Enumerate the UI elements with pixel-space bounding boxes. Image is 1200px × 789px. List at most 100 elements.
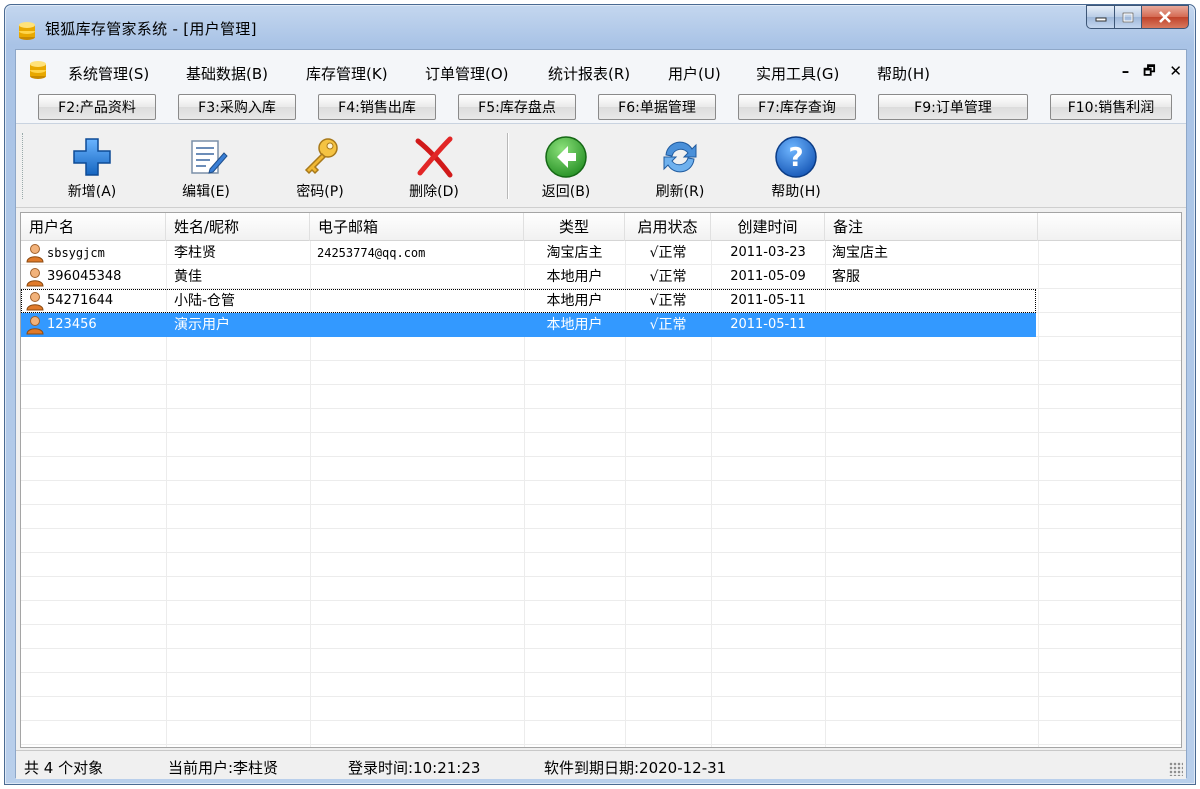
cell-name: 演示用户 xyxy=(174,317,230,333)
cell-remark: 淘宝店主 xyxy=(832,245,888,261)
back-label: 返回(B) xyxy=(541,184,591,200)
col-header-username[interactable]: 用户名 xyxy=(21,213,166,241)
menu-basic-data[interactable]: 基础数据(B) xyxy=(186,63,268,84)
coin-stack-icon xyxy=(30,61,46,79)
mdi-minimize-button[interactable]: – xyxy=(1122,62,1130,84)
cell-email xyxy=(317,289,522,313)
help-button[interactable]: ? 帮助(H) xyxy=(756,131,836,203)
fkey-orders-button[interactable]: F9:订单管理 xyxy=(878,94,1028,120)
status-current-user: 当前用户:李柱贤 xyxy=(168,759,279,777)
mdi-restore-button[interactable]: 🗗 xyxy=(1143,62,1155,84)
back-arrow-icon xyxy=(545,136,587,178)
col-header-type[interactable]: 类型 xyxy=(524,213,625,241)
edit-label: 编辑(E) xyxy=(182,184,230,200)
fkey-documents-button[interactable]: F6:单据管理 xyxy=(598,94,716,120)
col-header-email[interactable]: 电子邮箱 xyxy=(310,213,524,241)
cell-username: 54271644 xyxy=(47,293,114,308)
mdi-close-button[interactable]: ✕ xyxy=(1169,62,1182,84)
user-icon xyxy=(26,244,44,263)
minimize-icon xyxy=(1095,17,1106,22)
table-row[interactable]: 54271644 小陆-仓管 本地用户 √正常 2011-05-11 xyxy=(21,289,1036,313)
toolbar: 新增(A) 编辑(E) 密码(P) 删除(D) 返回(B) 刷新(R) ? 帮助… xyxy=(16,125,1186,208)
edit-button[interactable]: 编辑(E) xyxy=(166,131,246,203)
fkey-products-button[interactable]: F2:产品资料 xyxy=(38,94,156,120)
cell-remark xyxy=(832,289,1032,313)
user-icon xyxy=(26,292,44,311)
refresh-label: 刷新(R) xyxy=(655,184,705,200)
edit-document-icon xyxy=(191,140,228,174)
refresh-icon xyxy=(663,141,697,173)
cell-created: 2011-05-11 xyxy=(730,317,806,332)
cell-created: 2011-03-23 xyxy=(730,245,806,260)
table-row[interactable]: 396045348 黄佳 本地用户 √正常 2011-05-09 客服 xyxy=(21,265,1036,289)
cell-status: √正常 xyxy=(649,245,687,261)
cell-remark xyxy=(832,313,1032,337)
status-login-time: 登录时间:10:21:23 xyxy=(348,759,481,777)
menu-user[interactable]: 用户(U) xyxy=(668,63,721,84)
cell-email xyxy=(317,313,522,337)
col-header-status[interactable]: 启用状态 xyxy=(625,213,711,241)
coin-stack-icon xyxy=(19,22,35,40)
title-bar[interactable]: 银狐库存管家系统 - [用户管理] xyxy=(5,5,1195,49)
add-button[interactable]: 新增(A) xyxy=(52,131,132,203)
back-button[interactable]: 返回(B) xyxy=(526,131,606,203)
password-button[interactable]: 密码(P) xyxy=(280,131,360,203)
status-expiry-date: 软件到期日期:2020-12-31 xyxy=(544,759,727,777)
user-icon xyxy=(26,316,44,335)
help-label: 帮助(H) xyxy=(771,184,821,200)
col-header-name[interactable]: 姓名/昵称 xyxy=(166,213,310,241)
toolbar-grip[interactable] xyxy=(22,133,25,199)
resize-grip[interactable] xyxy=(1169,762,1183,776)
refresh-button[interactable]: 刷新(R) xyxy=(640,131,720,203)
cell-email xyxy=(317,265,522,289)
minimize-button[interactable] xyxy=(1086,5,1114,29)
client-area: 系统管理(S) 基础数据(B) 库存管理(K) 订单管理(O) 统计报表(R) … xyxy=(15,49,1187,779)
fkey-stock-query-button[interactable]: F7:库存查询 xyxy=(738,94,856,120)
cell-username: sbsygjcm xyxy=(47,246,105,260)
menu-reports[interactable]: 统计报表(R) xyxy=(548,63,630,84)
fkey-purchase-button[interactable]: F3:采购入库 xyxy=(178,94,296,120)
cell-name: 李柱贤 xyxy=(174,245,216,261)
cell-created: 2011-05-09 xyxy=(730,269,806,284)
cell-status: √正常 xyxy=(649,293,687,309)
cell-status: √正常 xyxy=(649,317,687,333)
menu-orders[interactable]: 订单管理(O) xyxy=(425,63,509,84)
cell-name: 小陆-仓管 xyxy=(174,293,236,309)
cell-remark: 客服 xyxy=(832,269,860,285)
app-window: 银狐库存管家系统 - [用户管理] 系统管理(S) 基础数据(B) 库存管理(K… xyxy=(4,4,1196,785)
maximize-button[interactable] xyxy=(1114,5,1141,29)
users-table: 用户名 姓名/昵称 电子邮箱 类型 启用状态 创建时间 备注 sbsygjcm xyxy=(20,212,1182,748)
cell-type: 本地用户 xyxy=(546,293,603,309)
table-body: sbsygjcm 李柱贤 24253774@qq.com 淘宝店主 √正常 20… xyxy=(21,241,1181,747)
fkey-sales-button[interactable]: F4:销售出库 xyxy=(318,94,436,120)
cell-type: 淘宝店主 xyxy=(546,245,603,261)
menu-system[interactable]: 系统管理(S) xyxy=(68,63,149,84)
cell-status: √正常 xyxy=(649,269,687,285)
close-button[interactable] xyxy=(1141,5,1189,29)
col-header-remark[interactable]: 备注 xyxy=(825,213,1038,241)
cell-type: 本地用户 xyxy=(546,269,603,285)
col-header-created[interactable]: 创建时间 xyxy=(711,213,825,241)
user-icon xyxy=(26,268,44,287)
table-row[interactable]: sbsygjcm 李柱贤 24253774@qq.com 淘宝店主 √正常 20… xyxy=(21,241,1036,265)
cell-email: 24253774@qq.com xyxy=(317,246,426,260)
status-object-count: 共 4 个对象 xyxy=(24,759,104,777)
menu-bar: 系统管理(S) 基础数据(B) 库存管理(K) 订单管理(O) 统计报表(R) … xyxy=(16,50,1186,90)
cell-name: 黄佳 xyxy=(174,269,202,285)
table-row-selected[interactable]: 123456 演示用户 本地用户 √正常 2011-05-11 xyxy=(21,313,1036,337)
fkey-stocktake-button[interactable]: F5:库存盘点 xyxy=(458,94,576,120)
delete-x-icon xyxy=(415,136,453,178)
window-title: 银狐库存管家系统 - [用户管理] xyxy=(45,20,257,38)
close-icon xyxy=(1159,11,1171,23)
menu-help[interactable]: 帮助(H) xyxy=(877,63,930,84)
delete-label: 删除(D) xyxy=(409,184,459,200)
menu-tools[interactable]: 实用工具(G) xyxy=(756,63,839,84)
menu-inventory[interactable]: 库存管理(K) xyxy=(306,63,388,84)
cell-username: 396045348 xyxy=(47,269,122,284)
key-icon xyxy=(304,138,338,175)
password-label: 密码(P) xyxy=(296,184,344,200)
delete-button[interactable]: 删除(D) xyxy=(394,131,474,203)
table-header: 用户名 姓名/昵称 电子邮箱 类型 启用状态 创建时间 备注 xyxy=(21,213,1181,241)
maximize-icon xyxy=(1122,12,1134,22)
fkey-profit-button[interactable]: F10:销售利润 xyxy=(1050,94,1172,120)
